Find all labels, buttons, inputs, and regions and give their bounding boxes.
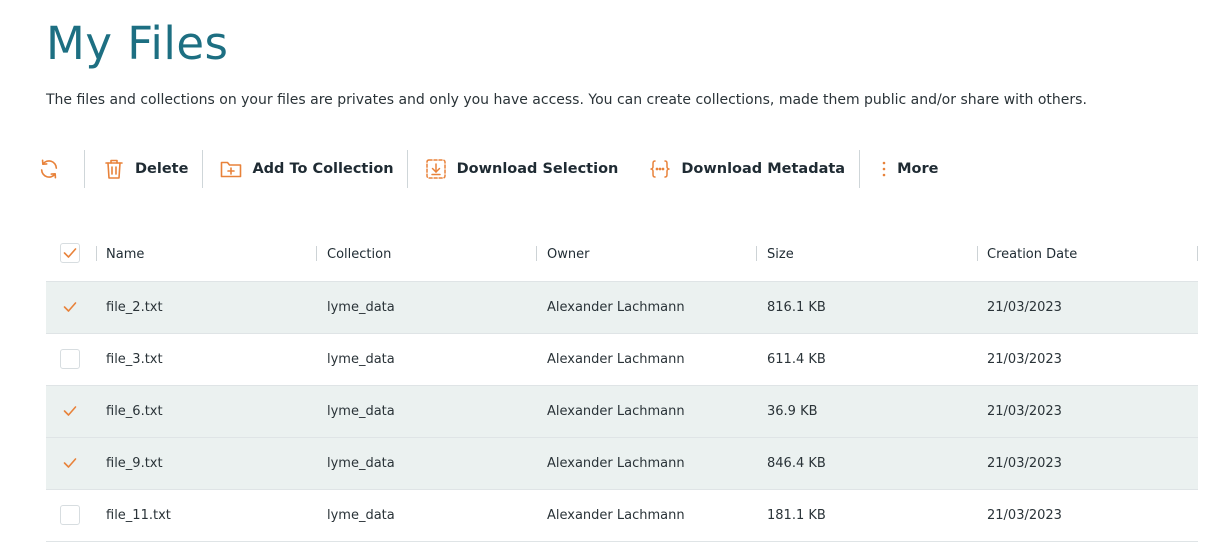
table-row[interactable]: file_2.txt lyme_data Alexander Lachmann … [46, 282, 1198, 334]
table-header: Name Collection Owner Size Creation Date [46, 227, 1198, 282]
column-header-size[interactable]: Size [767, 227, 794, 281]
column-header-owner[interactable]: Owner [547, 227, 589, 281]
file-owner: Alexander Lachmann [547, 456, 685, 471]
select-all-checkbox[interactable] [60, 243, 80, 263]
column-header-name[interactable]: Name [106, 227, 144, 281]
file-collection: lyme_data [327, 404, 395, 419]
column-divider [977, 246, 978, 261]
row-checkbox[interactable] [60, 401, 80, 421]
more-button[interactable]: More [860, 150, 938, 188]
file-name[interactable]: file_9.txt [106, 438, 163, 489]
refresh-button[interactable] [36, 150, 84, 188]
file-size: 611.4 KB [767, 352, 826, 367]
add-to-collection-button[interactable]: Add To Collection [203, 150, 406, 188]
file-collection: lyme_data [327, 456, 395, 471]
column-divider [536, 246, 537, 261]
file-name[interactable]: file_11.txt [106, 490, 171, 541]
column-divider [316, 246, 317, 261]
row-checkbox[interactable] [60, 453, 80, 473]
json-braces-icon [649, 158, 671, 180]
page-description: The files and collections on your files … [46, 92, 1087, 108]
column-divider [756, 246, 757, 261]
column-divider [1197, 246, 1198, 261]
file-collection: lyme_data [327, 352, 395, 367]
download-metadata-label: Download Metadata [681, 161, 846, 177]
file-creation-date: 21/03/2023 [987, 508, 1062, 523]
file-collection: lyme_data [327, 300, 395, 315]
download-metadata-button[interactable]: Download Metadata [649, 150, 859, 188]
file-owner: Alexander Lachmann [547, 300, 685, 315]
files-table: Name Collection Owner Size Creation Date… [46, 227, 1198, 542]
column-header-creation-date[interactable]: Creation Date [987, 227, 1077, 281]
download-selection-label: Download Selection [456, 161, 619, 177]
file-creation-date: 21/03/2023 [987, 300, 1062, 315]
file-creation-date: 21/03/2023 [987, 352, 1062, 367]
file-creation-date: 21/03/2023 [987, 404, 1062, 419]
file-collection: lyme_data [327, 508, 395, 523]
file-name[interactable]: file_2.txt [106, 282, 163, 333]
table-row[interactable]: file_6.txt lyme_data Alexander Lachmann … [46, 386, 1198, 438]
more-label: More [897, 161, 939, 177]
page-title: My Files [46, 17, 229, 70]
file-size: 846.4 KB [767, 456, 826, 471]
file-owner: Alexander Lachmann [547, 352, 685, 367]
column-divider [96, 246, 97, 261]
file-owner: Alexander Lachmann [547, 404, 685, 419]
table-row[interactable]: file_3.txt lyme_data Alexander Lachmann … [46, 334, 1198, 386]
file-size: 816.1 KB [767, 300, 826, 315]
vertical-dots-icon [879, 158, 889, 180]
toolbar: Delete Add To Collection Download Select… [36, 150, 938, 188]
delete-label: Delete [135, 161, 189, 177]
download-icon [425, 158, 447, 180]
folder-plus-icon [220, 158, 242, 180]
file-creation-date: 21/03/2023 [987, 456, 1062, 471]
refresh-icon [38, 158, 60, 180]
row-checkbox[interactable] [60, 505, 80, 525]
download-selection-button[interactable]: Download Selection [408, 150, 650, 188]
file-name[interactable]: file_6.txt [106, 386, 163, 437]
file-name[interactable]: file_3.txt [106, 334, 163, 385]
column-header-collection[interactable]: Collection [327, 227, 391, 281]
table-row[interactable]: file_9.txt lyme_data Alexander Lachmann … [46, 438, 1198, 490]
file-size: 36.9 KB [767, 404, 818, 419]
file-owner: Alexander Lachmann [547, 508, 685, 523]
trash-icon [103, 158, 125, 180]
table-row[interactable]: file_11.txt lyme_data Alexander Lachmann… [46, 490, 1198, 542]
row-checkbox[interactable] [60, 349, 80, 369]
delete-button[interactable]: Delete [85, 150, 202, 188]
file-size: 181.1 KB [767, 508, 826, 523]
add-to-collection-label: Add To Collection [252, 161, 394, 177]
row-checkbox[interactable] [60, 297, 80, 317]
